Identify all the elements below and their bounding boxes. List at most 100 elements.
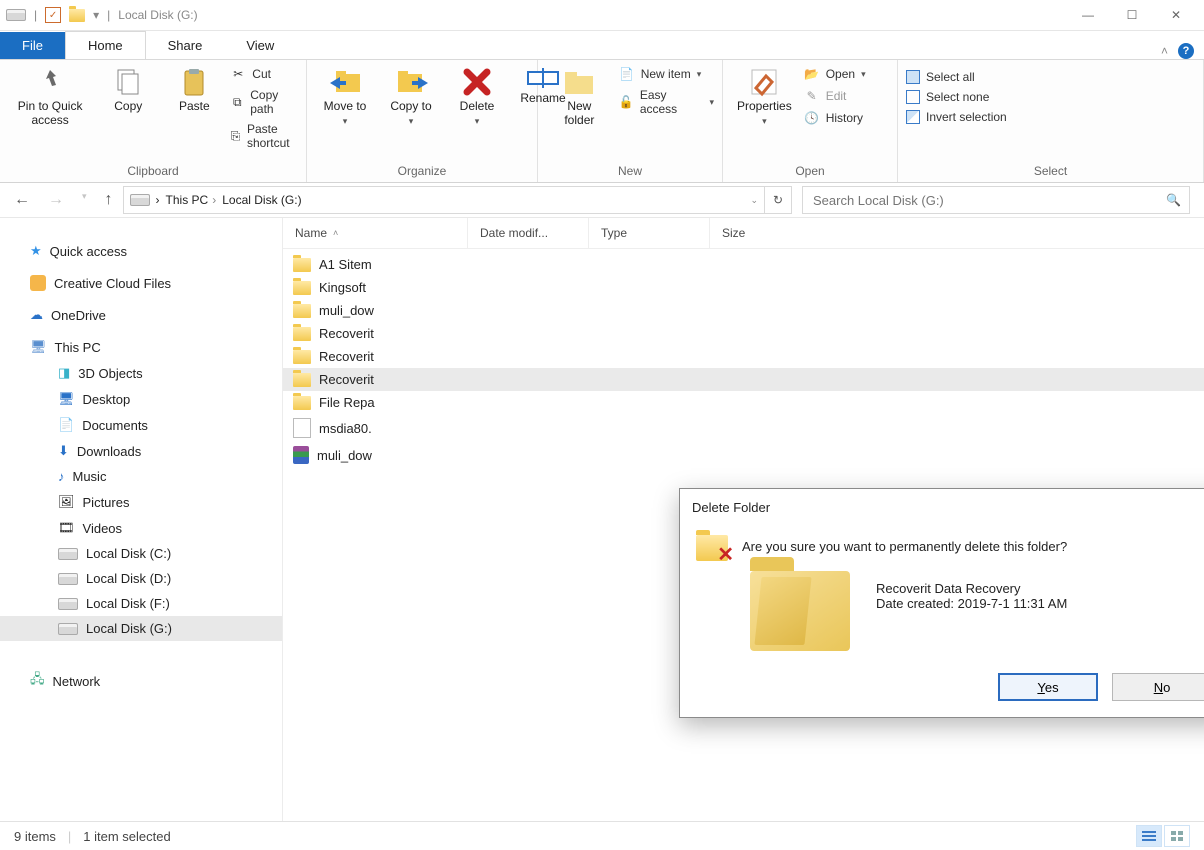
drive-icon — [58, 573, 78, 585]
breadcrumb-thispc[interactable]: This PC — [166, 193, 209, 207]
sidebar-item-disk-g[interactable]: Local Disk (G:) — [0, 616, 282, 641]
copy-to-button[interactable]: Copy to ▾ — [381, 64, 441, 130]
invert-selection-button[interactable]: Invert selection — [906, 110, 1007, 124]
copyto-icon — [394, 66, 428, 98]
cut-button[interactable]: ✂Cut — [230, 66, 298, 82]
maximize-button[interactable]: ☐ — [1110, 0, 1154, 30]
list-item[interactable]: Recoverit — [283, 368, 1204, 391]
dialog-yes-button[interactable]: Yes — [998, 673, 1098, 701]
archive-file-icon — [293, 446, 309, 464]
sidebar-item-downloads[interactable]: ⬇Downloads — [0, 438, 282, 464]
dialog-no-button[interactable]: No — [1112, 673, 1204, 701]
list-item[interactable]: File Repa — [283, 391, 1204, 414]
search-icon[interactable]: 🔍 — [1166, 193, 1181, 207]
new-folder-button[interactable]: New folder — [546, 64, 613, 130]
desktop-icon: 🖥 — [58, 391, 75, 407]
folder-icon — [293, 281, 311, 295]
properties-button[interactable]: Properties▾ — [731, 64, 798, 130]
cloud-icon: ☁ — [30, 307, 43, 323]
nav-up-button[interactable]: ↑ — [105, 191, 113, 209]
help-icon[interactable]: ? — [1178, 43, 1194, 59]
copy-path-button[interactable]: ⧉Copy path — [230, 88, 298, 116]
address-dropdown-icon[interactable]: ⌄ — [750, 195, 758, 206]
close-button[interactable]: ✕ — [1154, 0, 1198, 30]
group-label-clipboard: Clipboard — [8, 161, 298, 180]
drive-icon — [6, 9, 26, 21]
breadcrumb[interactable]: › This PC› Local Disk (G:) ⌄ — [123, 186, 765, 214]
breadcrumb-location[interactable]: Local Disk (G:) — [222, 193, 301, 207]
view-details-button[interactable] — [1136, 825, 1162, 847]
window-title: Local Disk (G:) — [118, 8, 197, 22]
download-icon: ⬇ — [58, 443, 69, 459]
sidebar-item-videos[interactable]: 🎞Videos — [0, 515, 282, 541]
col-type[interactable]: Type — [589, 218, 710, 248]
history-button[interactable]: 🕓History — [804, 110, 866, 126]
tab-home[interactable]: Home — [65, 31, 146, 59]
drive-icon — [58, 548, 78, 560]
tab-share[interactable]: Share — [146, 32, 225, 59]
list-item[interactable]: Recoverit — [283, 345, 1204, 368]
select-all-button[interactable]: Select all — [906, 70, 1007, 84]
shortcut-icon: ⎘ — [230, 128, 241, 144]
sidebar-item-disk-f[interactable]: Local Disk (F:) — [0, 591, 282, 616]
select-none-icon — [906, 90, 920, 104]
nav-history-button[interactable]: ▾ — [82, 191, 87, 209]
ribbon: Pin to Quick access Copy Paste ✂Cut ⧉Cop… — [0, 59, 1204, 183]
search-box[interactable]: 🔍 — [802, 186, 1190, 214]
group-label-organize: Organize — [315, 161, 529, 180]
documents-icon: 📄 — [58, 417, 74, 433]
delete-x-icon — [461, 66, 493, 98]
sidebar-item-disk-c[interactable]: Local Disk (C:) — [0, 541, 282, 566]
sidebar-item-quick-access[interactable]: ★Quick access — [0, 238, 282, 264]
tab-file[interactable]: File — [0, 32, 65, 59]
easy-access-button[interactable]: 🔓Easy access ▾ — [619, 88, 714, 116]
nav-forward-button[interactable]: → — [48, 191, 64, 209]
minimize-button[interactable]: ― — [1066, 0, 1110, 30]
moveto-icon — [328, 66, 362, 98]
sidebar-item-pictures[interactable]: 🖼Pictures — [0, 489, 282, 515]
group-label-open: Open — [731, 161, 889, 180]
delete-button[interactable]: Delete▾ — [447, 64, 507, 130]
sidebar-item-documents[interactable]: 📄Documents — [0, 412, 282, 438]
pictures-icon: 🖼 — [58, 494, 75, 510]
ribbon-collapse-icon[interactable]: ˄ — [1161, 44, 1168, 58]
sidebar-item-creative-cloud[interactable]: Creative Cloud Files — [0, 270, 282, 296]
paste-shortcut-button[interactable]: ⎘Paste shortcut — [230, 122, 298, 150]
list-item[interactable]: Kingsoft — [283, 276, 1204, 299]
list-item[interactable]: Recoverit — [283, 322, 1204, 345]
col-name[interactable]: Name˄ — [283, 218, 468, 248]
qat-folder-icon[interactable] — [69, 9, 85, 22]
col-size[interactable]: Size — [710, 218, 834, 248]
paste-button[interactable]: Paste — [164, 64, 224, 116]
status-bar: 9 items | 1 item selected — [0, 821, 1204, 850]
qat-check-icon[interactable]: ✓ — [45, 7, 61, 23]
sidebar-item-music[interactable]: ♪Music — [0, 464, 282, 489]
list-item[interactable]: A1 Sitem — [283, 253, 1204, 276]
sidebar-item-network[interactable]: 🖧Network — [0, 665, 282, 697]
new-item-button[interactable]: 📄New item ▾ — [619, 66, 714, 82]
refresh-button[interactable]: ↻ — [764, 186, 792, 214]
properties-icon — [748, 66, 780, 98]
sidebar-item-onedrive[interactable]: ☁OneDrive — [0, 302, 282, 328]
search-input[interactable] — [811, 192, 1166, 209]
edit-button[interactable]: ✎Edit — [804, 88, 866, 104]
nav-back-button[interactable]: ← — [14, 191, 30, 209]
view-large-icons-button[interactable] — [1164, 825, 1190, 847]
tab-view[interactable]: View — [224, 32, 296, 59]
list-item[interactable]: muli_dow — [283, 442, 1204, 468]
path-icon: ⧉ — [230, 94, 244, 110]
move-to-button[interactable]: Move to ▾ — [315, 64, 375, 130]
sidebar-item-3d-objects[interactable]: ◨3D Objects — [0, 360, 282, 386]
copy-button[interactable]: Copy — [98, 64, 158, 116]
sidebar-item-desktop[interactable]: 🖥Desktop — [0, 386, 282, 412]
sidebar-item-this-pc[interactable]: 🖥This PC — [0, 334, 282, 360]
select-all-icon — [906, 70, 920, 84]
select-none-button[interactable]: Select none — [906, 90, 1007, 104]
list-item[interactable]: muli_dow — [283, 299, 1204, 322]
pin-to-quick-access-button[interactable]: Pin to Quick access — [8, 64, 92, 130]
col-date[interactable]: Date modif... — [468, 218, 589, 248]
music-icon: ♪ — [58, 469, 65, 484]
sidebar-item-disk-d[interactable]: Local Disk (D:) — [0, 566, 282, 591]
list-item[interactable]: msdia80. — [283, 414, 1204, 442]
open-button[interactable]: 📂Open ▾ — [804, 66, 866, 82]
